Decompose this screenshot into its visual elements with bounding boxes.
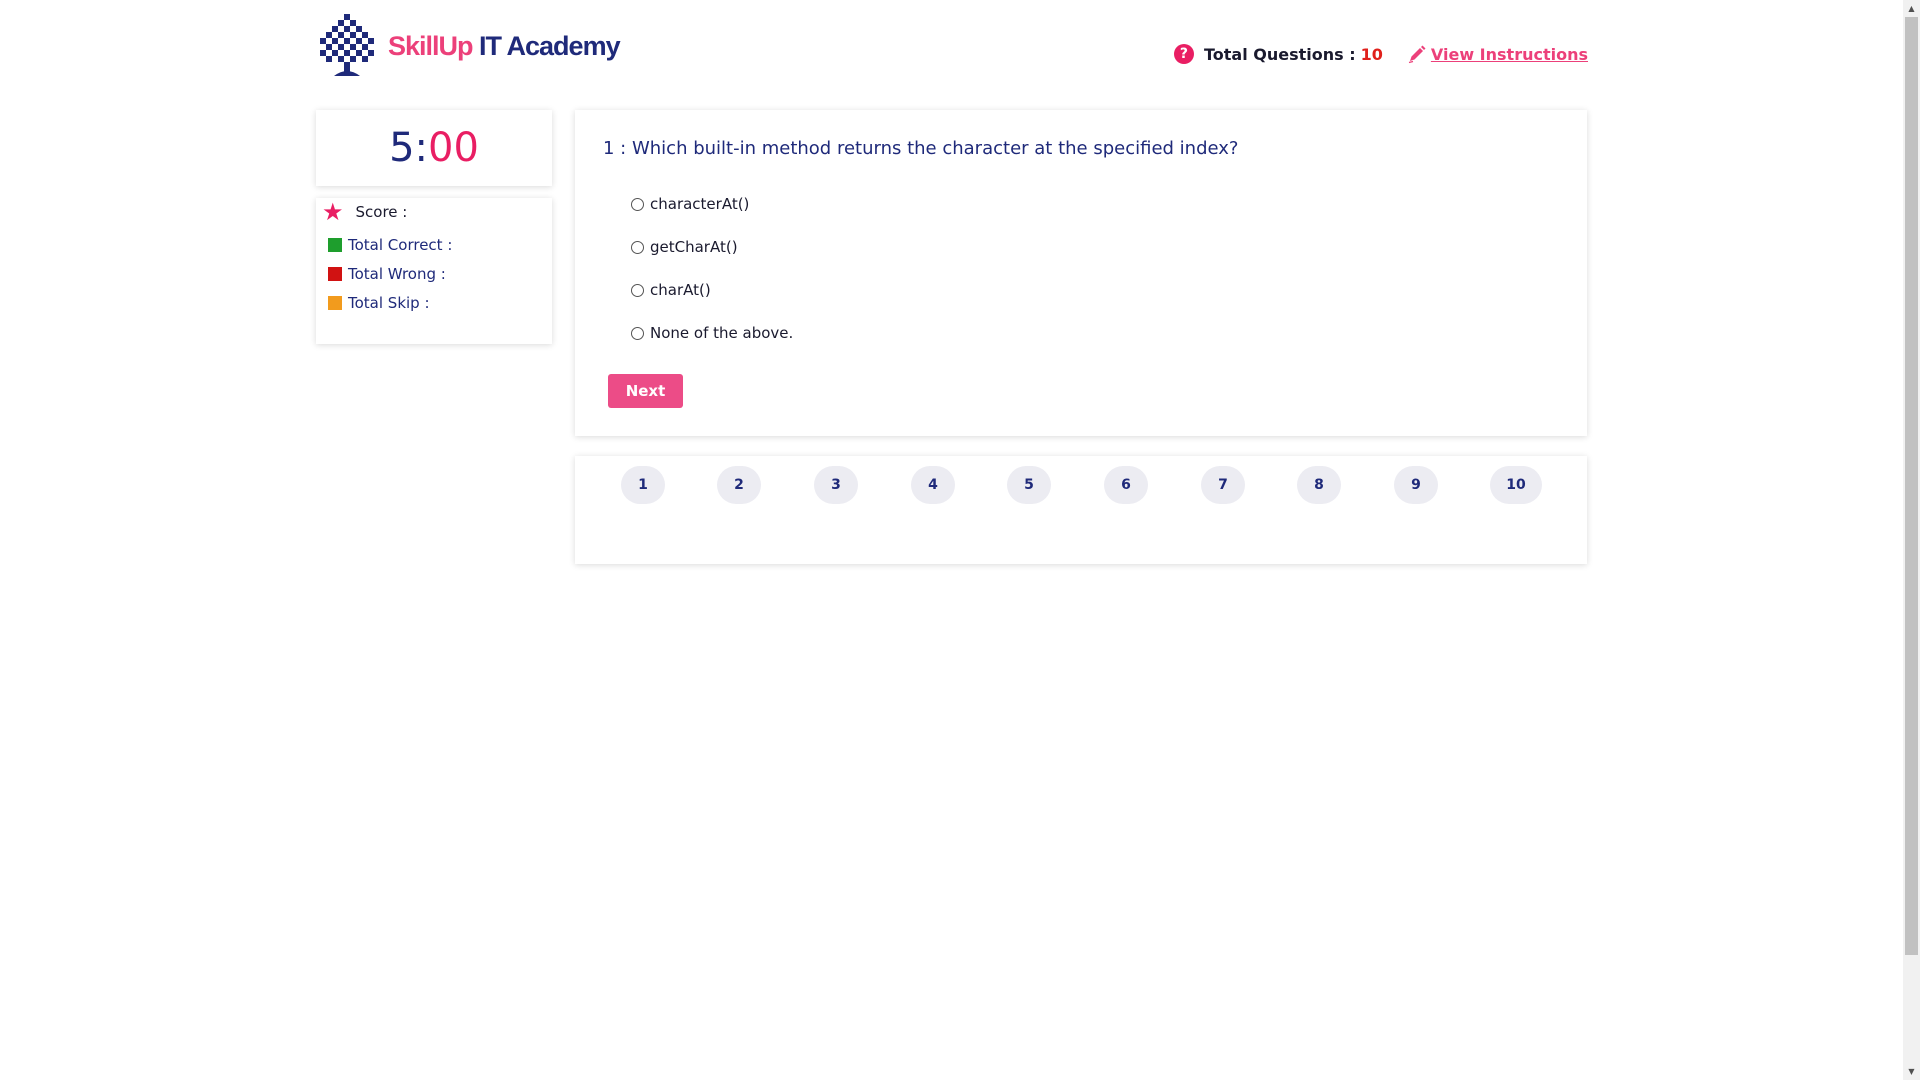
timer-minutes: 5	[389, 125, 415, 171]
timer-card: 5:00	[316, 110, 552, 186]
score-label: Score :	[355, 203, 408, 221]
total-correct-label: Total Correct :	[348, 236, 453, 254]
question-nav-button-2[interactable]: 2	[717, 466, 761, 504]
option-radio[interactable]	[631, 240, 644, 254]
total-wrong-row: Total Wrong :	[328, 265, 446, 283]
score-card: ★ Score : Total Correct : Total Wrong : …	[316, 198, 552, 344]
brand-name: SkillUp IT Academy	[388, 30, 621, 62]
brand-name-part1: SkillUp	[388, 30, 474, 61]
skip-color-square	[328, 296, 342, 310]
total-questions-value: 10	[1360, 44, 1383, 64]
total-skip-row: Total Skip :	[328, 294, 430, 312]
question-nav-button-1[interactable]: 1	[621, 466, 665, 504]
total-questions-label: Total Questions :	[1203, 44, 1356, 64]
total-correct-row: Total Correct :	[328, 236, 452, 254]
correct-color-square	[328, 238, 342, 252]
option-label: characterAt()	[650, 195, 750, 213]
star-icon: ★	[322, 198, 344, 226]
brand-name-part2: IT Academy	[472, 30, 621, 61]
scrollbar-thumb[interactable]	[1905, 17, 1918, 955]
brand-logo[interactable]: SkillUp IT Academy	[316, 14, 621, 78]
answer-option-2[interactable]: getCharAt()	[631, 238, 738, 256]
wrong-color-square	[328, 267, 342, 281]
question-nav-button-8[interactable]: 8	[1297, 466, 1341, 504]
question-mark-icon: ?	[1173, 44, 1194, 64]
option-radio[interactable]	[631, 197, 644, 211]
question-nav-button-9[interactable]: 9	[1394, 466, 1438, 504]
answer-option-1[interactable]: characterAt()	[631, 195, 749, 213]
option-radio[interactable]	[631, 326, 644, 340]
option-label: getCharAt()	[650, 238, 738, 256]
view-instructions-link[interactable]: View Instructions	[1407, 44, 1588, 64]
question-nav-button-6[interactable]: 6	[1104, 466, 1148, 504]
next-button[interactable]: Next	[608, 374, 683, 408]
answer-option-3[interactable]: charAt()	[631, 281, 711, 299]
option-label: charAt()	[650, 281, 711, 299]
page-header: SkillUp IT Academy ? Total Questions : 1…	[316, 14, 1588, 82]
total-wrong-label: Total Wrong :	[348, 265, 446, 283]
scroll-down-arrow-icon[interactable]: ▼	[1903, 1063, 1920, 1080]
answer-option-4[interactable]: None of the above.	[631, 324, 793, 342]
page-scrollbar[interactable]: ▲ ▼	[1903, 0, 1920, 1080]
question-navigator: 1 2 3 4 5 6 7 8 9 10	[575, 456, 1587, 564]
option-label: None of the above.	[650, 324, 794, 342]
total-skip-label: Total Skip :	[348, 294, 430, 312]
question-card: 1 : Which built-in method returns the ch…	[575, 110, 1587, 436]
question-nav-button-4[interactable]: 4	[911, 466, 955, 504]
header-info: ? Total Questions : 10 View Instructions	[1173, 44, 1588, 64]
timer-seconds: 00	[428, 125, 479, 171]
scroll-up-arrow-icon[interactable]: ▲	[1903, 0, 1920, 17]
score-title: ★ Score :	[322, 200, 407, 224]
question-nav-button-3[interactable]: 3	[814, 466, 858, 504]
timer-separator: :	[414, 125, 429, 171]
pencil-icon	[1408, 45, 1426, 64]
view-instructions-label: View Instructions	[1430, 44, 1588, 64]
question-nav-button-5[interactable]: 5	[1007, 466, 1051, 504]
question-nav-button-10[interactable]: 10	[1490, 466, 1542, 504]
question-text: 1 : Which built-in method returns the ch…	[603, 138, 1239, 159]
option-radio[interactable]	[631, 283, 644, 297]
question-nav-button-7[interactable]: 7	[1201, 466, 1245, 504]
checkered-tree-icon	[320, 14, 374, 76]
